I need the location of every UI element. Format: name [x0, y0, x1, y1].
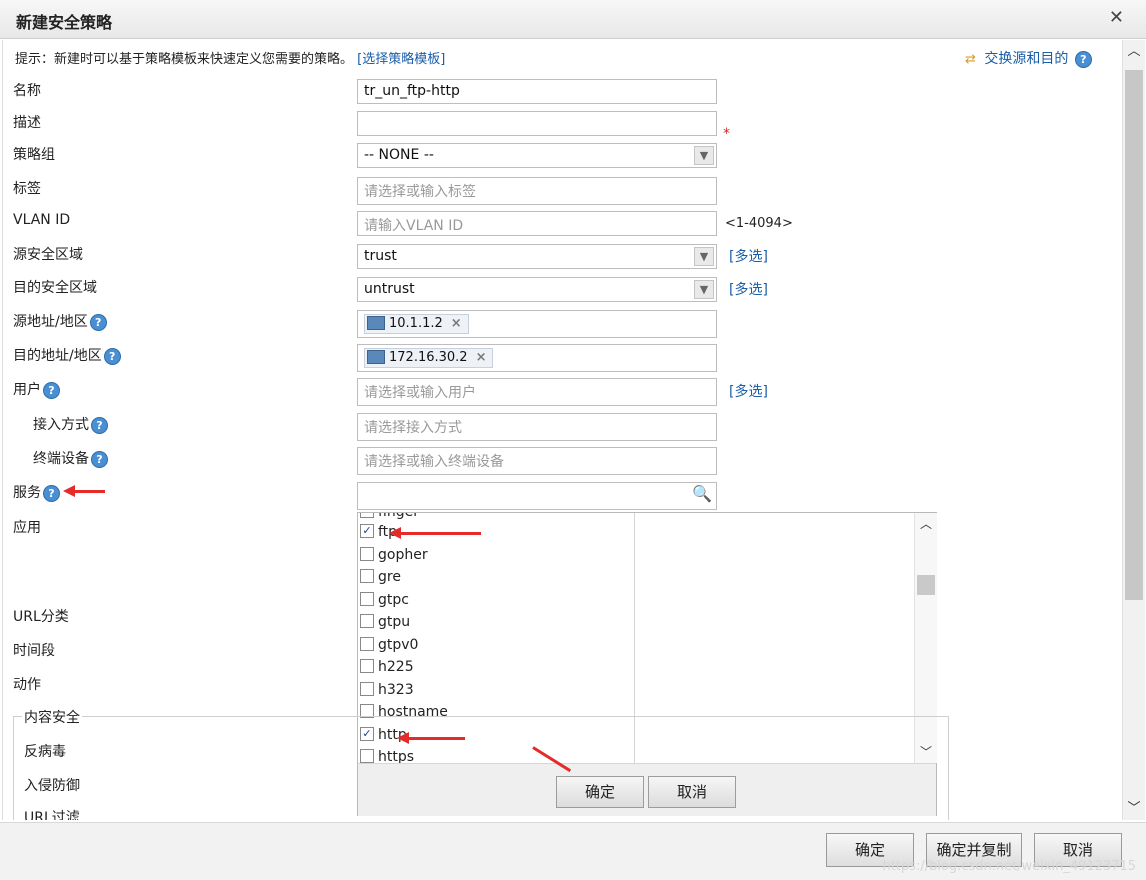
- select-template-link[interactable]: [选择策略模板]: [357, 52, 445, 67]
- access-input[interactable]: 请选择接入方式: [357, 413, 717, 441]
- content-security-fieldset: 内容安全 反病毒 入侵防御 URL过滤: [13, 707, 949, 820]
- dialog-title: 新建安全策略: [16, 13, 113, 32]
- url-filter-label: URL过滤: [24, 810, 80, 820]
- device-label: 终端设备?: [33, 448, 108, 468]
- chevron-up-icon[interactable]: ︿: [1123, 40, 1145, 59]
- dst-addr-label: 目的地址/地区?: [13, 345, 121, 365]
- help-icon[interactable]: ?: [1074, 50, 1092, 68]
- src-zone-label: 源安全区域: [13, 247, 83, 263]
- vlan-input[interactable]: 请输入VLAN ID: [357, 211, 717, 236]
- service-option-h323[interactable]: h323: [360, 679, 414, 701]
- help-icon[interactable]: ?: [91, 416, 108, 434]
- service-label: 服务?: [13, 482, 60, 502]
- checkbox[interactable]: [360, 547, 374, 561]
- remove-icon[interactable]: ×: [451, 316, 462, 331]
- name-input[interactable]: tr_un_ftp-http: [357, 79, 717, 104]
- help-icon[interactable]: ?: [43, 484, 60, 502]
- src-addr-label: 源地址/地区?: [13, 311, 107, 331]
- vlan-range-hint: <1-4094>: [725, 216, 793, 231]
- application-label: 应用: [13, 520, 41, 536]
- tag-label: 标签: [13, 181, 41, 197]
- remove-icon[interactable]: ×: [476, 350, 487, 365]
- service-option-gtpu[interactable]: gtpu: [360, 611, 410, 633]
- checkbox[interactable]: [360, 569, 374, 583]
- dst-zone-label: 目的安全区域: [13, 280, 97, 296]
- annotation-arrow: [63, 485, 105, 497]
- checkbox[interactable]: [360, 592, 374, 606]
- content-security-legend: 内容安全: [22, 707, 82, 727]
- dialog-content: 提示：新建时可以基于策略模板来快速定义您需要的策略。 [选择策略模板] ⇄ 交换…: [2, 40, 1121, 820]
- checkbox[interactable]: [360, 637, 374, 651]
- chevron-up-icon[interactable]: ︿: [915, 515, 937, 532]
- computer-icon: [367, 349, 385, 364]
- checkbox[interactable]: [360, 513, 374, 518]
- service-option-gtpv0[interactable]: gtpv0: [360, 634, 418, 656]
- policy-group-label: 策略组: [13, 147, 55, 163]
- user-multi-link[interactable]: [多选]: [729, 381, 768, 401]
- chevron-down-icon[interactable]: ▼: [694, 280, 714, 299]
- dialog-titlebar: 新建安全策略 ✕: [0, 0, 1146, 39]
- scroll-thumb[interactable]: [1125, 70, 1143, 600]
- help-icon[interactable]: ?: [103, 347, 121, 365]
- service-option-gopher[interactable]: gopher: [360, 544, 428, 566]
- dst-addr-input[interactable]: 172.16.30.2 ×: [357, 344, 717, 372]
- help-icon[interactable]: ?: [43, 381, 60, 399]
- description-label: 描述: [13, 115, 41, 131]
- watermark: https://blog.csdn.net/weixin_49123715: [882, 859, 1136, 874]
- computer-icon: [367, 315, 385, 330]
- checkbox[interactable]: [360, 659, 374, 673]
- chevron-down-icon[interactable]: ▼: [694, 146, 714, 165]
- service-search-input[interactable]: 🔍: [357, 482, 717, 510]
- required-mark: *: [723, 126, 730, 142]
- swap-arrows-icon: ⇄: [965, 52, 976, 67]
- checkbox[interactable]: [360, 682, 374, 696]
- src-addr-tag: 10.1.1.2 ×: [364, 314, 469, 334]
- action-label: 动作: [13, 677, 41, 693]
- main-scrollbar[interactable]: ︿ ﹀: [1122, 40, 1145, 820]
- user-label: 用户?: [13, 379, 60, 399]
- search-icon[interactable]: 🔍: [692, 484, 712, 503]
- src-zone-select[interactable]: trust ▼: [357, 244, 717, 269]
- user-input[interactable]: 请选择或输入用户: [357, 378, 717, 406]
- hint-text: 提示：新建时可以基于策略模板来快速定义您需要的策略。 [选择策略模板]: [15, 52, 446, 67]
- url-category-label: URL分类: [13, 609, 69, 625]
- time-range-label: 时间段: [13, 643, 55, 659]
- policy-group-select[interactable]: -- NONE -- ▼: [357, 143, 717, 168]
- checkbox-checked[interactable]: ✓: [360, 524, 374, 538]
- description-input[interactable]: [357, 111, 717, 136]
- service-option-gtpc[interactable]: gtpc: [360, 589, 409, 611]
- help-icon[interactable]: ?: [91, 450, 108, 468]
- dst-addr-tag: 172.16.30.2 ×: [364, 348, 494, 368]
- dst-zone-select[interactable]: untrust ▼: [357, 277, 717, 302]
- src-addr-input[interactable]: 10.1.1.2 ×: [357, 310, 717, 338]
- annotation-arrow: [389, 527, 481, 539]
- device-input[interactable]: 请选择或输入终端设备: [357, 447, 717, 475]
- close-icon[interactable]: ✕: [1109, 7, 1124, 28]
- name-label: 名称: [13, 83, 41, 99]
- src-zone-multi-link[interactable]: [多选]: [729, 246, 768, 266]
- chevron-down-icon[interactable]: ﹀: [1123, 797, 1145, 816]
- access-label: 接入方式?: [33, 414, 108, 434]
- chevron-down-icon[interactable]: ▼: [694, 247, 714, 266]
- help-icon[interactable]: ?: [89, 313, 107, 331]
- checkbox[interactable]: [360, 614, 374, 628]
- tag-input[interactable]: 请选择或输入标签: [357, 177, 717, 205]
- dialog-footer: 确定 确定并复制 取消 https://blog.csdn.net/weixin…: [0, 822, 1146, 880]
- dst-zone-multi-link[interactable]: [多选]: [729, 279, 768, 299]
- swap-src-dst-link[interactable]: ⇄ 交换源和目的 ?: [965, 48, 1092, 68]
- service-option-gre[interactable]: gre: [360, 566, 401, 588]
- ips-label: 入侵防御: [24, 778, 80, 794]
- vlan-label: VLAN ID: [13, 212, 71, 228]
- scroll-thumb[interactable]: [917, 575, 935, 595]
- service-option-h225[interactable]: h225: [360, 656, 414, 678]
- antivirus-label: 反病毒: [24, 744, 66, 760]
